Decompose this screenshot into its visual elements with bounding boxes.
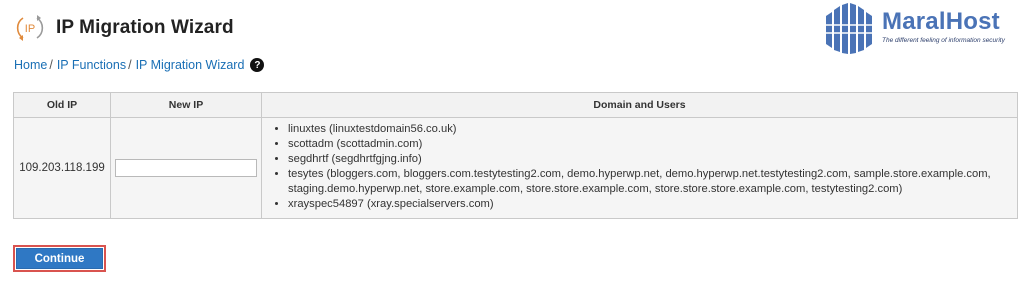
- column-header-domains: Domain and Users: [261, 92, 1018, 118]
- maralhost-logo: MaralHost The different feeling of infor…: [820, 2, 1020, 54]
- list-item: scottadm (scottadmin.com): [288, 137, 1011, 152]
- old-ip-value: 109.203.118.199: [13, 117, 111, 219]
- table-header-row: Old IP New IP Domain and Users: [13, 92, 1018, 118]
- breadcrumb: Home / IP Functions / IP Migration Wizar…: [14, 58, 265, 72]
- list-item: segdhrtf (segdhrtfgjng.info): [288, 152, 1011, 167]
- continue-button-highlight: Continue: [13, 245, 106, 272]
- breadcrumb-separator: /: [128, 58, 132, 72]
- ip-migration-table: Old IP New IP Domain and Users 109.203.1…: [13, 92, 1018, 219]
- help-icon[interactable]: ?: [250, 58, 265, 72]
- ip-icon-label: IP: [25, 23, 35, 35]
- logo-text: MaralHost: [882, 8, 1000, 35]
- logo-tagline: The different feeling of information sec…: [882, 37, 1005, 44]
- list-item: xrayspec54897 (xray.specialservers.com): [288, 197, 1011, 212]
- breadcrumb-ip-functions[interactable]: IP Functions: [57, 58, 126, 72]
- continue-button[interactable]: Continue: [16, 248, 103, 269]
- logo-mark-icon: [826, 3, 872, 54]
- list-item: tesytes (bloggers.com, bloggers.com.test…: [288, 167, 1011, 197]
- page-header: IP IP Migration Wizard: [14, 8, 234, 48]
- column-header-old-ip: Old IP: [13, 92, 111, 118]
- table-row: 109.203.118.199 linuxtes (linuxtestdomai…: [13, 117, 1018, 219]
- breadcrumb-home[interactable]: Home: [14, 58, 47, 72]
- breadcrumb-ip-migration-wizard[interactable]: IP Migration Wizard: [136, 58, 245, 72]
- page-title: IP Migration Wizard: [56, 17, 234, 38]
- ip-migration-icon: IP: [16, 15, 44, 41]
- new-ip-cell: [110, 117, 262, 219]
- column-header-new-ip: New IP: [110, 92, 262, 118]
- domains-cell: linuxtes (linuxtestdomain56.co.uk) scott…: [261, 117, 1018, 219]
- domain-list: linuxtes (linuxtestdomain56.co.uk) scott…: [270, 122, 1011, 212]
- new-ip-input[interactable]: [115, 159, 257, 177]
- breadcrumb-separator: /: [49, 58, 53, 72]
- list-item: linuxtes (linuxtestdomain56.co.uk): [288, 122, 1011, 137]
